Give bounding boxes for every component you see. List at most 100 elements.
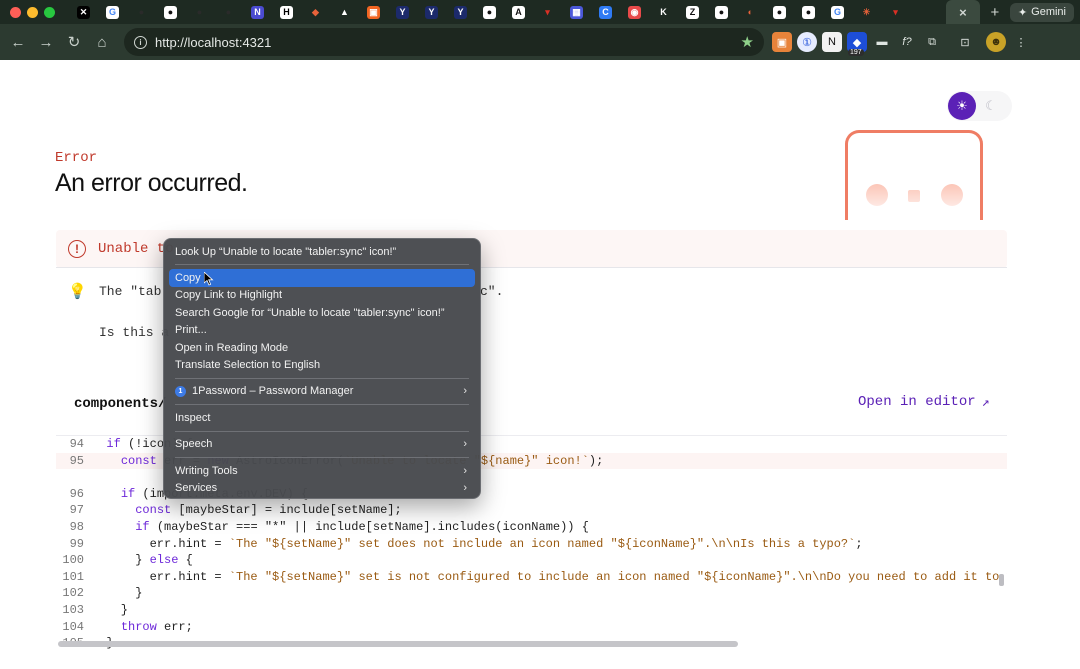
alert-circle-icon: ! xyxy=(68,240,86,258)
browser-tab[interactable]: A xyxy=(504,0,533,24)
mascot-right-eye xyxy=(941,184,963,206)
address-bar[interactable]: i http://localhost:4321 ★ xyxy=(124,28,764,56)
page-content: ☀ ☾ Error An error occurred. ! Unable to… xyxy=(0,60,1080,669)
browser-tab[interactable]: ● xyxy=(156,0,185,24)
extensions-row: ▣ ① N ◆ 197 ▬ f? ⧉ ⊡ ☻ ⋮ xyxy=(772,32,1031,56)
browser-tab[interactable]: ● xyxy=(214,0,243,24)
browser-tab[interactable]: Y xyxy=(388,0,417,24)
context-menu-item-label: Copy xyxy=(175,272,201,285)
browser-tab[interactable]: Z xyxy=(678,0,707,24)
context-menu-item[interactable]: 1 1Password – Password Manager › xyxy=(169,383,475,400)
reload-button[interactable]: ↻ xyxy=(60,28,88,56)
browser-tab[interactable]: ▣ xyxy=(359,0,388,24)
browser-tab[interactable]: ● xyxy=(794,0,823,24)
tab-favicon-icon: ● xyxy=(802,5,815,19)
browser-tab[interactable]: ✕ xyxy=(69,0,98,24)
url-text[interactable]: http://localhost:4321 xyxy=(155,35,741,50)
close-tab-icon[interactable]: × xyxy=(959,5,967,20)
browser-menu-icon[interactable]: ⋮ xyxy=(1011,32,1031,52)
line-number: 100 xyxy=(62,553,84,568)
context-menu-item[interactable]: Writing Tools › xyxy=(169,462,475,479)
1password-extension-icon[interactable]: ① xyxy=(797,32,817,52)
mascot-mouth xyxy=(908,190,920,202)
browser-tab[interactable]: ▲ xyxy=(330,0,359,24)
minimize-window-button[interactable] xyxy=(27,6,38,18)
context-menu-item[interactable]: Search Google for “Unable to locate "tab… xyxy=(169,304,475,321)
browser-tab[interactable]: ◉ xyxy=(620,0,649,24)
code-line: 98 if (maybeStar === "*" || include[setN… xyxy=(56,519,1007,536)
formula-extension-icon[interactable]: f? xyxy=(897,32,917,52)
new-tab-button[interactable]: + xyxy=(980,4,1010,21)
notion-extension-icon[interactable]: N xyxy=(822,32,842,52)
browser-tab[interactable]: ◆ xyxy=(301,0,330,24)
context-menu-item[interactable]: Look Up “Unable to locate "tabler:sync" … xyxy=(169,243,475,260)
bookmark-star-icon[interactable]: ★ xyxy=(741,33,754,51)
context-menu-item[interactable]: Translate Selection to English xyxy=(169,356,475,373)
browser-tab[interactable]: H xyxy=(272,0,301,24)
context-menu-item[interactable]: Services › xyxy=(169,479,475,496)
browser-tab[interactable]: ✳ xyxy=(852,0,881,24)
browser-tab[interactable]: G xyxy=(823,0,852,24)
sun-icon[interactable]: ☀ xyxy=(948,92,976,120)
browser-tab[interactable]: ▾ xyxy=(533,0,562,24)
browser-tab[interactable]: C xyxy=(591,0,620,24)
context-menu-item-label: Inspect xyxy=(175,411,211,424)
browser-tab[interactable]: ▾ xyxy=(881,0,910,24)
profile-avatar[interactable]: ☻ xyxy=(986,32,1006,52)
open-in-editor-label[interactable]: Open in editor xyxy=(858,394,976,410)
maximize-window-button[interactable] xyxy=(44,6,55,18)
tab-favicon-icon: Y xyxy=(396,5,409,19)
close-window-button[interactable] xyxy=(10,6,21,18)
extension-dark-icon[interactable]: ▬ xyxy=(872,32,892,52)
context-menu-item[interactable]: Inspect xyxy=(169,409,475,426)
back-button[interactable]: ← xyxy=(4,28,32,56)
menu-separator xyxy=(175,430,469,432)
browser-tab[interactable]: N xyxy=(243,0,272,24)
gemini-button[interactable]: ✦ Gemini xyxy=(1009,2,1074,22)
browser-tab[interactable]: ● xyxy=(475,0,504,24)
menu-separator xyxy=(175,404,469,406)
site-info-icon[interactable]: i xyxy=(134,35,147,49)
forward-button[interactable]: → xyxy=(32,28,60,56)
browser-tab[interactable]: ● xyxy=(127,0,156,24)
extension-orange-icon[interactable]: ▣ xyxy=(772,32,792,52)
active-tab[interactable]: × xyxy=(945,0,980,24)
vertical-scrollbar[interactable] xyxy=(999,574,1004,586)
home-button[interactable]: ⌂ xyxy=(88,28,116,56)
menu-separator xyxy=(175,264,469,266)
context-menu-item-label: Writing Tools xyxy=(175,464,238,477)
tab-favicon-icon: Y xyxy=(425,5,438,19)
horizontal-scrollbar[interactable] xyxy=(58,641,738,647)
context-menu-item[interactable]: Speech › xyxy=(169,436,475,453)
browser-tab[interactable]: K xyxy=(649,0,678,24)
context-menu-item[interactable]: Print... xyxy=(169,322,475,339)
browser-tab[interactable]: Y xyxy=(446,0,475,24)
browser-tab[interactable]: ● xyxy=(707,0,736,24)
browser-tab[interactable]: ▦ xyxy=(562,0,591,24)
moon-icon[interactable]: ☾ xyxy=(976,98,1006,114)
tab-search-icon[interactable]: ⊡ xyxy=(955,32,975,52)
external-link-icon[interactable]: ↗ xyxy=(982,395,990,410)
code-text: } xyxy=(92,586,143,601)
extensions-puzzle-icon[interactable]: ⧉ xyxy=(922,32,942,52)
tab-favicon-icon: C xyxy=(599,5,612,19)
line-number: 94 xyxy=(69,437,84,451)
browser-tab[interactable]: ◐ xyxy=(736,0,765,24)
browser-tab[interactable]: Y xyxy=(417,0,446,24)
extension-badge-icon[interactable]: ◆ 197 xyxy=(847,32,867,56)
sparkle-icon: ✦ xyxy=(1017,6,1028,19)
code-text: const [maybeStar] = include[setName]; xyxy=(135,503,402,518)
theme-toggle[interactable]: ☀ ☾ xyxy=(947,91,1012,121)
browser-tab[interactable]: ● xyxy=(185,0,214,24)
code-text: throw err; xyxy=(120,619,193,634)
file-path: components/ xyxy=(74,396,167,412)
context-menu-item[interactable]: Copy xyxy=(169,269,475,287)
context-menu-item[interactable]: Open in Reading Mode xyxy=(169,339,475,356)
context-menu-item[interactable]: Copy Link to Highlight xyxy=(169,287,475,304)
tab-favicon-icon: G xyxy=(831,5,844,19)
mouse-cursor-icon xyxy=(204,272,214,286)
open-in-editor-link[interactable]: Open in editor ↗ xyxy=(858,394,989,410)
context-menu-item-label: Open in Reading Mode xyxy=(175,341,289,354)
browser-tab[interactable]: ● xyxy=(765,0,794,24)
browser-tab[interactable]: G xyxy=(98,0,127,24)
